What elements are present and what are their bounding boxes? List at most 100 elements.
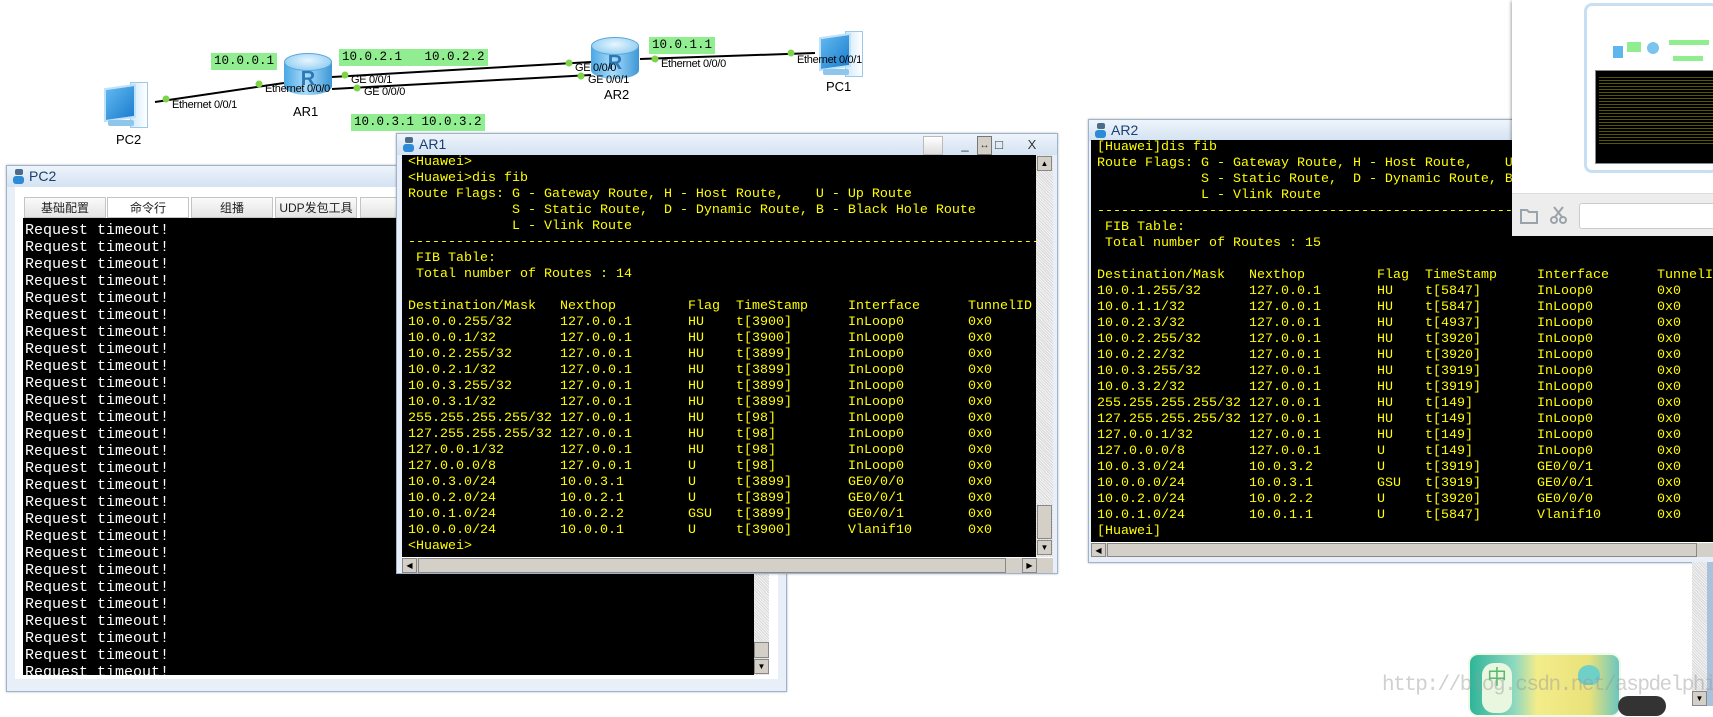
cell-flag: HU [688, 347, 704, 362]
fib-table-row: 255.255.255.255/32 127.0.0.1 HU t[149] InLoo… [1097, 396, 1713, 412]
scroll-down-icon[interactable]: ▼ [754, 659, 769, 674]
cell-tunnelid: 0x0 [968, 363, 992, 378]
cell-timestamp: t[3899] [736, 475, 792, 490]
preview-router-image [1647, 42, 1659, 54]
terminal-line: <Huawei> [408, 155, 472, 170]
port-label: Ethernet 0/0/1 [797, 54, 862, 66]
cell-timestamp: t[149] [1425, 412, 1473, 427]
scroll-down-icon[interactable]: ▼ [1037, 540, 1052, 555]
cell-destination-mask: 10.0.2.2/32 [1097, 348, 1185, 363]
snip-text-input[interactable] [1579, 203, 1713, 229]
cell-interface: InLoop0 [848, 315, 904, 330]
tab-udp-tool[interactable]: UDP发包工具 [275, 197, 357, 218]
close-button[interactable]: X [1025, 136, 1039, 153]
cell-tunnelid: 0x0 [1657, 396, 1681, 411]
fib-table-row: 127.0.0.1/32 127.0.0.1 HU t[149] InLoop0 0x0 [1097, 428, 1713, 444]
cell-interface: InLoop0 [848, 347, 904, 362]
cell-destination-mask: 10.0.3.0/24 [408, 475, 496, 490]
cell-interface: InLoop0 [1537, 444, 1593, 459]
restore-button[interactable]: ↔ [977, 136, 992, 155]
port-dot [565, 59, 573, 67]
scroll-left-icon[interactable]: ◀ [402, 558, 417, 573]
terminal-line: Total number of Routes : 14 [408, 267, 632, 282]
cell-tunnelid: 0x0 [968, 523, 992, 538]
ip-label: 10.0.3.1 10.0.3.2 [351, 114, 485, 131]
cell-tunnelid: 0x0 [968, 315, 992, 330]
pc2-device-icon[interactable] [100, 78, 148, 128]
port-dot [651, 55, 659, 63]
pc1-device-icon[interactable] [815, 27, 863, 77]
cell-tunnelid: 0x0 [1657, 444, 1681, 459]
cell-interface: InLoop0 [1537, 428, 1593, 443]
floating-badge[interactable] [1618, 696, 1666, 716]
preview-ip-image [1627, 42, 1641, 52]
terminal-line: Request timeout! [25, 647, 170, 664]
tab-command-line[interactable]: 命令行 [107, 197, 189, 218]
fib-table-row: 127.0.0.0/8 127.0.0.1 Ut[98] InLoop0 0x0 [408, 459, 1036, 475]
device-label-pc2: PC2 [116, 132, 142, 147]
cell-timestamp: t[3899] [736, 363, 792, 378]
cell-interface: GE0/0/1 [1537, 476, 1593, 491]
cell-tunnelid: TunnelID [1657, 268, 1713, 283]
scissors-icon[interactable] [1550, 206, 1567, 224]
app-icon [13, 169, 25, 184]
cell-flag: U [1377, 444, 1385, 459]
tab-basic-config[interactable]: 基础配置 [24, 197, 106, 218]
terminal-line: FIB Table: [408, 251, 496, 266]
scroll-right-icon[interactable]: ▶ [1022, 558, 1037, 573]
ar2-horizontal-scrollbar[interactable]: ◀ [1091, 542, 1713, 557]
cell-flag: HU [1377, 364, 1393, 379]
cell-timestamp: t[5847] [1425, 284, 1481, 299]
fib-table-row: 10.0.3.1/32 127.0.0.1 HU t[3899] InLoop0 0x0 [408, 395, 1036, 411]
cell-timestamp: t[3900] [736, 523, 792, 538]
cell-interface: InLoop0 [848, 331, 904, 346]
minimize-button[interactable]: _ [958, 136, 972, 153]
cell-flag: HU [1377, 412, 1393, 427]
folder-icon[interactable] [1520, 207, 1538, 224]
port-label: GE 0/0/0 [364, 86, 406, 98]
maximize-button[interactable]: □ [993, 136, 1005, 153]
screenshot-preview[interactable] [1584, 3, 1713, 173]
scroll-up-icon[interactable]: ▲ [1037, 156, 1052, 171]
cell-interface: InLoop0 [848, 411, 904, 426]
cell-destination-mask: 255.255.255.255/32 [408, 411, 552, 426]
cell-nexthop: 127.0.0.1 [560, 427, 632, 442]
ip-label: 10.0.2.1 10.0.2.2 [339, 49, 488, 66]
ar1-vertical-scrollbar[interactable]: ▲ ▼ [1036, 155, 1053, 557]
fib-table-row: 10.0.3.255/32 127.0.0.1 HU t[3919] InLoop0 0x… [1097, 364, 1713, 380]
cell-nexthop: 10.0.2.2 [1249, 492, 1313, 507]
cell-timestamp: t[98] [736, 443, 776, 458]
cell-flag: U [688, 491, 696, 506]
cell-interface: Vlanif10 [848, 523, 912, 538]
cell-nexthop: 127.0.0.1 [560, 411, 632, 426]
cell-destination-mask: 127.255.255.255/32 [1097, 412, 1241, 427]
window-layout-icon[interactable] [923, 136, 943, 155]
tab-multicast[interactable]: 组播 [191, 197, 273, 218]
cell-flag: HU [1377, 380, 1393, 395]
scrollbar-thumb[interactable] [754, 642, 769, 658]
cell-timestamp: t[3919] [1425, 380, 1481, 395]
ar1-terminal[interactable]: <Huawei> <Huawei>dis fib Route Flags: G - … [402, 155, 1036, 557]
cell-nexthop: 127.0.0.1 [1249, 396, 1321, 411]
cell-flag: HU [688, 443, 704, 458]
cell-flag: HU [1377, 332, 1393, 347]
scrollbar-thumb[interactable] [1107, 543, 1697, 557]
cell-timestamp: TimeStamp [736, 299, 808, 314]
cell-flag: HU [688, 363, 704, 378]
cell-destination-mask: 127.255.255.255/32 [408, 427, 552, 442]
scrollbar-thumb[interactable] [1037, 505, 1052, 539]
scrollbar-thumb[interactable] [418, 558, 1006, 573]
cell-tunnelid: 0x0 [968, 459, 992, 474]
cell-tunnelid: 0x0 [1657, 316, 1681, 331]
cell-destination-mask: 10.0.3.255/32 [408, 379, 512, 394]
cell-flag: U [688, 459, 696, 474]
scroll-left-icon[interactable]: ◀ [1091, 543, 1106, 557]
ar1-horizontal-scrollbar[interactable]: ◀ ▶ [402, 557, 1053, 573]
cell-destination-mask: 10.0.2.255/32 [408, 347, 512, 362]
cell-nexthop: 127.0.0.1 [560, 443, 632, 458]
port-label: GE 0/0/1 [351, 74, 393, 86]
port-label: GE 0/0/0 [575, 62, 617, 74]
snip-panel[interactable] [1512, 0, 1713, 236]
ar1-titlebar[interactable]: AR1 _ ↔ □ X [397, 134, 1057, 155]
fib-table-row: 10.0.1.255/32 127.0.0.1 HU t[5847] InLoop0 0x… [1097, 284, 1713, 300]
